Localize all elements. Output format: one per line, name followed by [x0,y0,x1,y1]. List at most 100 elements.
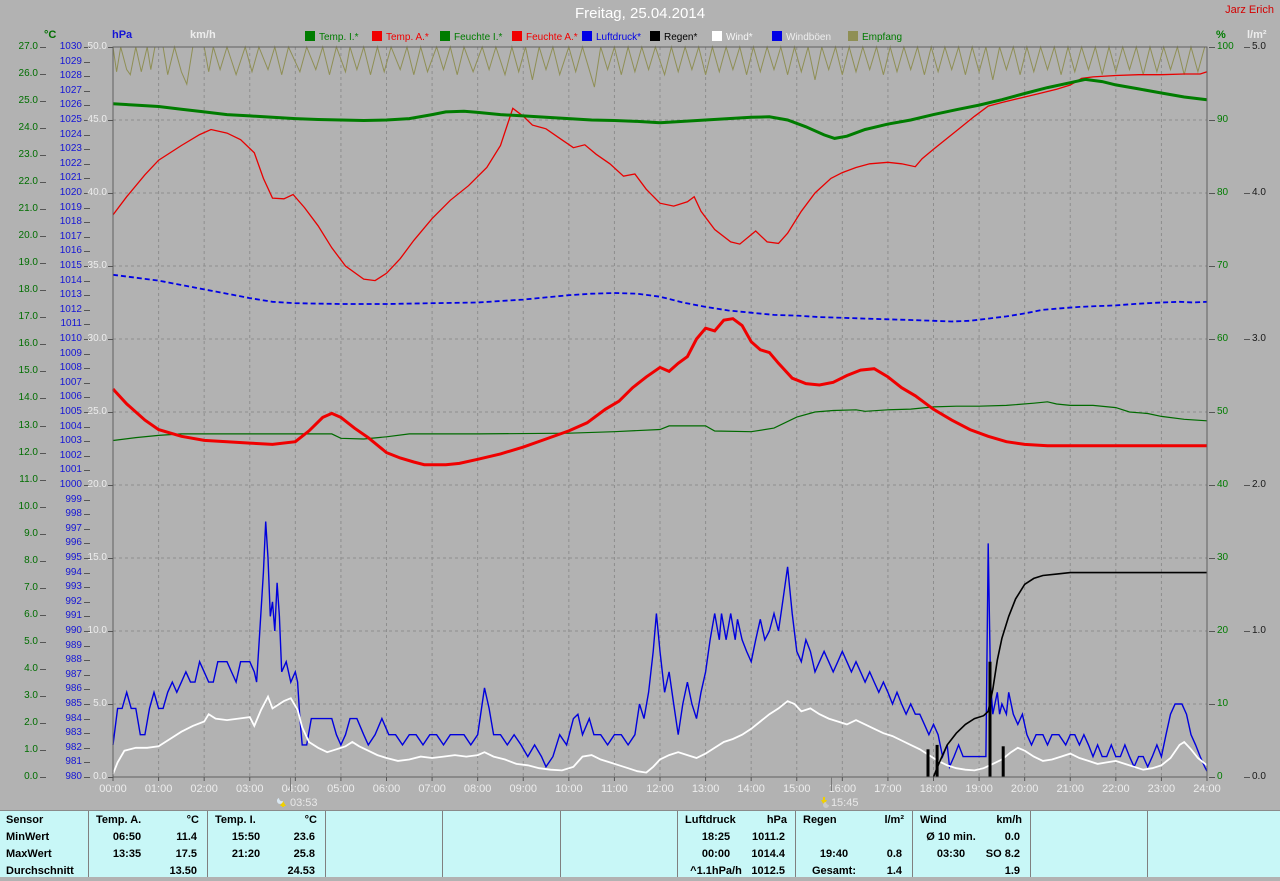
legend-item-windben[interactable]: Windböen [772,31,831,43]
legend-item-luftdruck[interactable]: Luftdruck* [582,31,641,43]
legend-swatch-icon [440,31,450,41]
ylabel-temp_c: 5.0 [24,635,38,647]
legend-item-feuchtea[interactable]: Feuchte A.* [512,31,578,43]
xlabel: 16:00 [828,783,857,795]
ylabel-hpa: 1002 [59,449,82,461]
marker-time: 03:53 [290,797,318,809]
legend-item-tempi[interactable]: Temp. I.* [305,31,358,43]
legend-item-wind[interactable]: Wind* [712,31,753,43]
ylabel-temp_c: 13.0 [18,419,38,431]
ylabel-temp_c: 1.0 [24,743,38,755]
tick-hpa [84,441,90,443]
moonrise-icon [277,798,286,807]
ylabel-hpa: 1027 [59,84,82,96]
tick-hpa [84,397,90,399]
tick-kmh [108,631,113,632]
tick-kmh [108,120,113,121]
table-row-label: MinWert [6,831,50,843]
tick-kmh [108,339,113,340]
xlabel: 24:00 [1193,783,1221,795]
ylabel-kmh: 30.0 [87,333,107,344]
ylabel-hpa: 982 [65,741,82,753]
legend-item-feuchtei[interactable]: Feuchte I.* [440,31,502,43]
tick-kmh [108,704,113,705]
tick-hpa [84,616,90,618]
tick-pct [1209,193,1215,194]
ylabel-hpa: 1026 [59,99,82,111]
legend-item-label: Windböen [786,32,832,43]
ylabel-lm2: 5.0 [1252,41,1266,52]
legend-item-label: Wind* [726,32,753,43]
ylabel-hpa: 987 [65,668,82,680]
table-col-unit: °C [186,814,199,826]
legend-item-label: Regen* [664,32,698,43]
table-cell-value: 25.8 [293,848,315,860]
legend-swatch-icon [305,31,315,41]
table-cell-value: 0.0 [1004,831,1020,843]
xlabel: 09:00 [509,783,538,795]
tick-hpa [84,674,90,676]
tick-temp_c [40,506,46,508]
xlabel: 21:00 [1056,783,1085,795]
tick-hpa [84,236,90,238]
tick-lm2 [1244,631,1250,632]
xlabel: 23:00 [1147,783,1176,795]
ylabel-hpa: 1018 [59,216,82,228]
ylabel-pct: 10 [1217,698,1229,709]
tick-kmh [108,47,113,48]
ylabel-temp_c: 15.0 [18,365,38,377]
legend-item-regen[interactable]: Regen* [650,31,697,43]
ylabel-hpa: 1016 [59,245,82,257]
ylabel-temp_c: 3.0 [24,689,38,701]
xlabel: 03:00 [235,783,264,795]
ylabel-temp_c: 24.0 [18,122,38,134]
table-col-unit: l/m² [884,814,904,826]
ylabel-hpa: 992 [65,595,82,607]
table-separator [677,811,678,877]
axis-header-km/h: km/h [190,29,216,41]
tick-hpa [84,76,90,78]
ylabel-temp_c: 17.0 [18,311,38,323]
tick-hpa [84,587,90,589]
legend-item-label: Temp. I.* [319,32,359,43]
legend-item-label: Temp. A.* [386,32,429,43]
table-cell-value: 13.50 [169,865,197,877]
table-cell-value: 24.53 [287,865,315,877]
ylabel-temp_c: 12.0 [18,446,38,458]
ylabel-hpa: 996 [65,537,82,549]
ylabel-lm2: 1.0 [1252,625,1266,636]
xlabel: 11:00 [601,783,628,795]
ylabel-hpa: 1003 [59,435,82,447]
marker-tick [830,777,832,791]
ylabel-hpa: 986 [65,683,82,695]
tick-temp_c [40,695,46,697]
ylabel-kmh: 5.0 [93,698,107,709]
ylabel-hpa: 1013 [59,289,82,301]
tick-hpa [84,90,90,92]
ylabel-hpa: 991 [65,610,82,622]
table-col-name: Regen [803,814,837,826]
page-title: Freitag, 25.04.2014 [574,5,706,22]
table-cell-value: 1.9 [1004,865,1020,877]
xlabel: 00:00 [99,783,127,795]
table-separator [88,811,89,877]
xlabel: 08:00 [463,783,492,795]
ylabel-hpa: 1022 [59,157,82,169]
legend-swatch-icon [650,31,660,41]
axis-header-l/m²: l/m² [1247,29,1267,41]
ylabel-hpa: 1008 [59,362,82,374]
table-col-name: Wind [920,814,947,826]
tick-hpa [84,747,90,749]
tick-hpa [84,134,90,136]
legend-item-empfang[interactable]: Empfang [848,31,902,43]
tick-pct [1209,704,1215,705]
marker-time: 15:45 [830,797,859,809]
ylabel-hpa: 984 [65,712,82,724]
ylabel-kmh: 15.0 [87,552,107,563]
legend-item-tempa[interactable]: Temp. A.* [372,31,429,43]
table-col-unit: km/h [996,814,1022,826]
ylabel-pct: 50 [1217,406,1229,417]
ylabel-hpa: 994 [65,566,82,578]
ylabel-hpa: 1011 [60,318,82,330]
ylabel-hpa: 981 [65,756,82,768]
